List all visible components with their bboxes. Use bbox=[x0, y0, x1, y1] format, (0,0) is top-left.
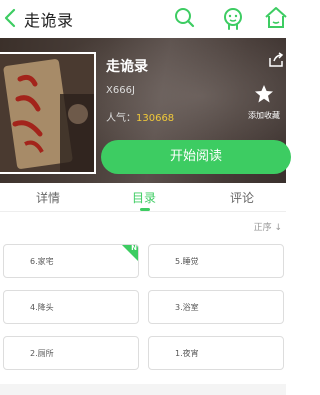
chapter-item[interactable]: 6.家宅 N bbox=[3, 244, 139, 278]
book-cover[interactable] bbox=[0, 52, 96, 174]
tab-toc[interactable]: 目录 bbox=[132, 189, 156, 206]
sort-row: 正序 ↓ bbox=[0, 212, 286, 238]
chapter-item[interactable]: 3.浴室 bbox=[148, 290, 284, 324]
tab-details[interactable]: 详情 bbox=[36, 189, 60, 206]
chapter-label: 5.睡觉 bbox=[175, 257, 199, 266]
chapter-item[interactable]: 4.降头 bbox=[3, 290, 139, 324]
add-favorite-button[interactable]: 添加收藏 bbox=[244, 84, 284, 121]
popularity-value: 130668 bbox=[136, 113, 175, 124]
share-icon[interactable] bbox=[268, 52, 284, 68]
top-bar: 走诡录 bbox=[0, 0, 289, 38]
face-icon[interactable] bbox=[220, 5, 246, 31]
active-tab-indicator bbox=[140, 208, 150, 211]
tab-bar: 详情 目录 评论 bbox=[0, 184, 286, 212]
book-author[interactable]: X666J bbox=[106, 85, 135, 96]
chapter-label: 6.家宅 bbox=[30, 257, 54, 266]
chapter-label: 2.厕所 bbox=[30, 349, 54, 358]
chapter-label: 1.夜宵 bbox=[175, 349, 199, 358]
page-title: 走诡录 bbox=[24, 11, 74, 30]
back-icon[interactable] bbox=[0, 4, 22, 32]
popularity: 人气：130668 bbox=[106, 109, 174, 124]
chapter-item[interactable]: 1.夜宵 bbox=[148, 336, 284, 370]
new-badge-text: N bbox=[131, 244, 137, 252]
book-title: 走诡录 bbox=[106, 59, 148, 75]
chapter-label: 4.降头 bbox=[30, 303, 54, 312]
chapter-item[interactable]: 2.厕所 bbox=[3, 336, 139, 370]
home-icon[interactable] bbox=[263, 5, 289, 31]
add-favorite-label: 添加收藏 bbox=[248, 111, 280, 120]
tab-comments[interactable]: 评论 bbox=[230, 189, 254, 206]
popularity-label: 人气： bbox=[106, 113, 136, 124]
search-icon[interactable] bbox=[172, 5, 198, 31]
cover-art-icon bbox=[0, 54, 94, 172]
sort-toggle[interactable]: 正序 ↓ bbox=[254, 220, 282, 233]
start-reading-button[interactable]: 开始阅读 bbox=[101, 140, 291, 174]
star-icon bbox=[255, 85, 273, 103]
chapter-item[interactable]: 5.睡觉 bbox=[148, 244, 284, 278]
chapter-label: 3.浴室 bbox=[175, 303, 199, 312]
bottom-strip bbox=[0, 384, 286, 395]
